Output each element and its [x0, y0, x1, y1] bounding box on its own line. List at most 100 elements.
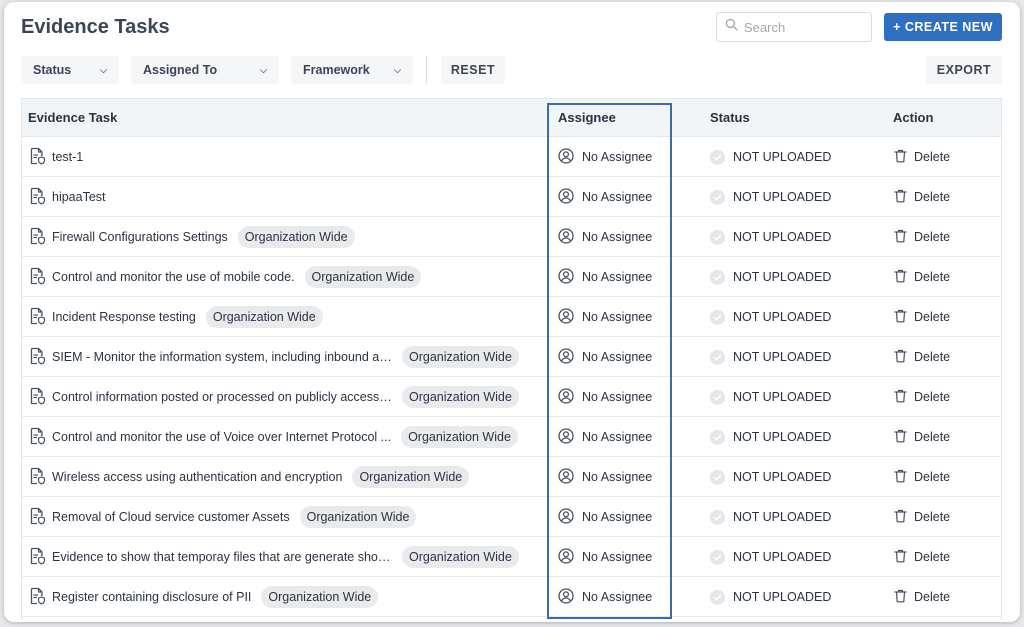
task-name-link[interactable]: Evidence to show that temporay files tha…	[52, 550, 392, 564]
delete-action[interactable]: Delete	[894, 537, 950, 577]
delete-button-label: Delete	[914, 510, 951, 524]
assignee-cell[interactable]: No Assignee	[558, 577, 652, 617]
document-shield-icon	[28, 507, 52, 528]
task-name-link[interactable]: Wireless access using authentication and…	[52, 470, 342, 484]
delete-action[interactable]: Delete	[894, 457, 950, 497]
task-cell: hipaaTest	[28, 177, 548, 217]
delete-button-label: Delete	[914, 590, 951, 604]
assignee-cell[interactable]: No Assignee	[558, 177, 652, 217]
delete-button-label: Delete	[914, 190, 951, 204]
user-circle-icon	[558, 587, 582, 607]
user-circle-icon	[558, 267, 582, 287]
status-label: NOT UPLOADED	[733, 350, 832, 364]
export-button[interactable]: EXPORT	[926, 56, 1002, 84]
assignee-label: No Assignee	[582, 590, 653, 604]
task-cell: SIEM - Monitor the information system, i…	[28, 337, 548, 377]
delete-button-label: Delete	[914, 150, 951, 164]
user-circle-icon	[558, 427, 582, 447]
assignee-cell[interactable]: No Assignee	[558, 537, 652, 577]
task-name-link[interactable]: Incident Response testing	[52, 310, 196, 324]
organization-wide-badge: Organization Wide	[299, 506, 417, 528]
status-filter-dropdown[interactable]: Status ⌵	[21, 56, 119, 84]
status-cell: NOT UPLOADED	[710, 217, 831, 257]
reset-button[interactable]: RESET	[441, 56, 505, 84]
delete-button-label: Delete	[914, 430, 951, 444]
delete-action[interactable]: Delete	[894, 497, 950, 537]
assignee-label: No Assignee	[582, 430, 653, 444]
create-new-button[interactable]: + CREATE NEW	[884, 13, 1002, 41]
trash-icon	[894, 429, 914, 446]
assignee-cell[interactable]: No Assignee	[558, 377, 652, 417]
assignee-label: No Assignee	[582, 390, 653, 404]
task-name-link[interactable]: hipaaTest	[52, 190, 106, 204]
task-name-link[interactable]: Firewall Configurations Settings	[52, 230, 228, 244]
status-cell: NOT UPLOADED	[710, 497, 831, 537]
delete-action[interactable]: Delete	[894, 337, 950, 377]
organization-wide-badge: Organization Wide	[237, 226, 355, 248]
assignee-cell[interactable]: No Assignee	[558, 257, 652, 297]
organization-wide-badge: Organization Wide	[402, 546, 519, 568]
check-circle-icon	[710, 589, 725, 605]
table-row: Control and monitor the use of mobile co…	[22, 257, 1001, 297]
user-circle-icon	[558, 547, 582, 567]
table-row: test-1 No Assignee NOT UPLOADED Delete	[22, 137, 1001, 177]
search-box[interactable]	[716, 12, 872, 42]
trash-icon	[894, 549, 914, 566]
task-name-link[interactable]: Removal of Cloud service customer Assets	[52, 510, 290, 524]
column-header-assignee[interactable]: Assignee	[558, 99, 616, 137]
task-name-link[interactable]: Control and monitor the use of Voice ove…	[52, 430, 391, 444]
status-cell: NOT UPLOADED	[710, 337, 831, 377]
framework-filter-dropdown[interactable]: Framework ⌵	[291, 56, 413, 84]
task-name-link[interactable]: SIEM - Monitor the information system, i…	[52, 350, 392, 364]
trash-icon	[894, 589, 914, 606]
status-cell: NOT UPLOADED	[710, 377, 831, 417]
column-header-evidence-task[interactable]: Evidence Task	[28, 99, 117, 137]
task-name-link[interactable]: Control and monitor the use of mobile co…	[52, 270, 295, 284]
assignee-cell[interactable]: No Assignee	[558, 297, 652, 337]
delete-button-label: Delete	[914, 310, 951, 324]
check-circle-icon	[710, 309, 725, 325]
assignee-cell[interactable]: No Assignee	[558, 497, 652, 537]
user-circle-icon	[558, 467, 582, 487]
assignee-label: No Assignee	[582, 550, 653, 564]
trash-icon	[894, 509, 914, 526]
assignee-cell[interactable]: No Assignee	[558, 137, 652, 177]
task-name-link[interactable]: test-1	[52, 150, 83, 164]
column-header-action: Action	[893, 110, 934, 125]
trash-icon	[894, 389, 914, 406]
delete-action[interactable]: Delete	[894, 257, 950, 297]
delete-action[interactable]: Delete	[894, 297, 950, 337]
document-shield-icon	[28, 267, 52, 288]
delete-action[interactable]: Delete	[894, 417, 950, 457]
search-input[interactable]	[744, 19, 864, 35]
task-cell: Register containing disclosure of PII Or…	[28, 577, 548, 617]
assignee-cell[interactable]: No Assignee	[558, 337, 652, 377]
document-shield-icon	[28, 427, 52, 448]
delete-action[interactable]: Delete	[894, 177, 950, 217]
status-cell: NOT UPLOADED	[710, 297, 831, 337]
assignee-cell[interactable]: No Assignee	[558, 417, 652, 457]
status-label: NOT UPLOADED	[733, 270, 832, 284]
task-name-link[interactable]: Register containing disclosure of PII	[52, 590, 251, 604]
user-circle-icon	[558, 507, 582, 527]
assigned-to-filter-dropdown[interactable]: Assigned To ⌵	[131, 56, 279, 84]
trash-icon	[894, 149, 914, 166]
search-icon	[725, 18, 738, 36]
delete-action[interactable]: Delete	[894, 377, 950, 417]
status-label: NOT UPLOADED	[733, 590, 832, 604]
delete-action[interactable]: Delete	[894, 137, 950, 177]
delete-action[interactable]: Delete	[894, 577, 950, 617]
column-header-status[interactable]: Status	[710, 99, 750, 137]
trash-icon	[894, 229, 914, 246]
page-title: Evidence Tasks	[21, 16, 170, 38]
assignee-cell[interactable]: No Assignee	[558, 217, 652, 257]
trash-icon	[894, 269, 914, 286]
organization-wide-badge: Organization Wide	[304, 266, 422, 288]
delete-action[interactable]: Delete	[894, 217, 950, 257]
trash-icon	[894, 309, 914, 326]
delete-button-label: Delete	[914, 390, 951, 404]
table-row: Control and monitor the use of Voice ove…	[22, 417, 1001, 457]
task-name-link[interactable]: Control information posted or processed …	[52, 390, 392, 404]
assignee-cell[interactable]: No Assignee	[558, 457, 652, 497]
status-label: NOT UPLOADED	[733, 230, 832, 244]
